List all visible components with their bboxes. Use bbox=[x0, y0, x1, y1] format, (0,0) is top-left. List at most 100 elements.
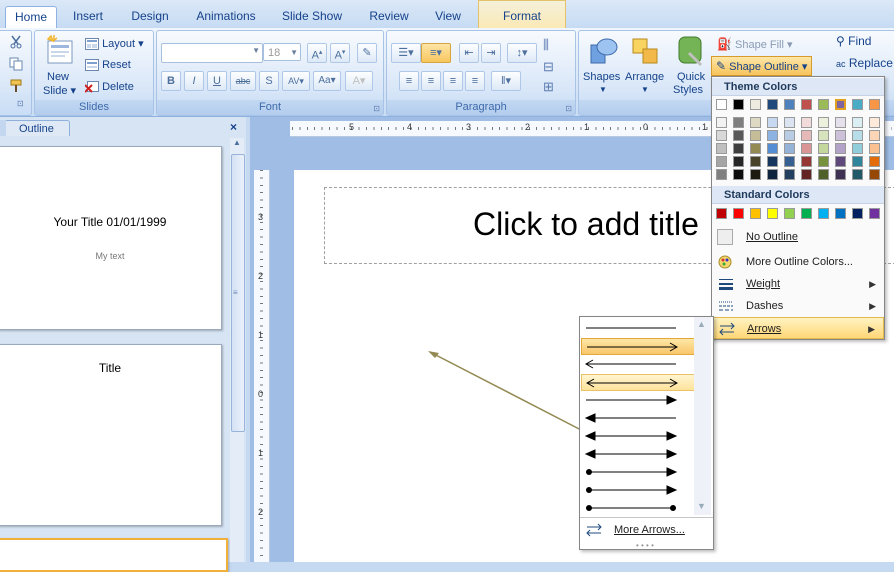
replace-button[interactable]: ac Replace bbox=[836, 56, 893, 70]
new-slide-button[interactable]: Slide ▾ bbox=[43, 84, 76, 97]
layout-button[interactable]: Layout ▾ bbox=[85, 37, 144, 51]
arrow-style-option[interactable] bbox=[581, 392, 695, 409]
arrow-style-option[interactable] bbox=[581, 410, 695, 427]
theme-shade-swatch[interactable] bbox=[869, 143, 880, 154]
text-direction-icon[interactable]: ⫼ bbox=[543, 37, 549, 53]
theme-shade-swatch[interactable] bbox=[852, 156, 863, 167]
arrow-style-option[interactable] bbox=[581, 482, 695, 499]
standard-color-swatch[interactable] bbox=[733, 208, 744, 219]
tab-review[interactable]: Review bbox=[360, 6, 418, 28]
quick-styles-icon[interactable] bbox=[675, 35, 707, 67]
shrink-font-icon[interactable]: A▾ bbox=[330, 43, 350, 63]
theme-shade-swatch[interactable] bbox=[733, 143, 744, 154]
arrow-style-option[interactable] bbox=[581, 320, 695, 337]
theme-shade-swatch[interactable] bbox=[835, 143, 846, 154]
close-pane-icon[interactable]: × bbox=[230, 120, 237, 134]
theme-color-swatch[interactable] bbox=[750, 99, 761, 110]
quick-styles-label-2[interactable]: Styles bbox=[673, 84, 703, 96]
copy-icon[interactable] bbox=[9, 57, 23, 71]
font-size-dropdown-icon[interactable]: ▼ bbox=[290, 44, 298, 62]
slides-pane-scrollbar[interactable]: ▲ ≡ bbox=[230, 138, 245, 562]
line-spacing-icon[interactable]: ↕▾ bbox=[507, 43, 537, 63]
columns-icon[interactable]: ‖▾ bbox=[491, 71, 521, 91]
clear-formatting-icon[interactable]: ✎ bbox=[357, 43, 377, 63]
standard-color-swatch[interactable] bbox=[852, 208, 863, 219]
align-left-icon[interactable]: ≡ bbox=[399, 71, 419, 91]
theme-shade-swatch[interactable] bbox=[801, 117, 812, 128]
theme-shade-swatch[interactable] bbox=[784, 156, 795, 167]
arrow-style-option[interactable] bbox=[581, 500, 695, 517]
scroll-up-icon[interactable]: ▲ bbox=[231, 138, 243, 152]
font-size-box[interactable]: 18 ▼ bbox=[263, 43, 301, 61]
standard-color-swatch[interactable] bbox=[767, 208, 778, 219]
arrow-style-option[interactable] bbox=[581, 338, 695, 355]
theme-shade-swatch[interactable] bbox=[767, 169, 778, 180]
scroll-up-icon[interactable]: ▲ bbox=[697, 319, 706, 329]
theme-shade-swatch[interactable] bbox=[852, 130, 863, 141]
arrange-icon[interactable] bbox=[629, 35, 661, 67]
theme-shade-swatch[interactable] bbox=[852, 143, 863, 154]
shapes-dropdown-icon[interactable]: ▼ bbox=[599, 85, 607, 94]
theme-color-swatch[interactable] bbox=[852, 99, 863, 110]
theme-shade-swatch[interactable] bbox=[818, 143, 829, 154]
change-case-icon[interactable]: Aa▾ bbox=[313, 71, 341, 91]
standard-color-swatch[interactable] bbox=[716, 208, 727, 219]
theme-shade-swatch[interactable] bbox=[852, 117, 863, 128]
theme-shade-swatch[interactable] bbox=[733, 169, 744, 180]
tab-animations[interactable]: Animations bbox=[187, 6, 265, 28]
tab-view[interactable]: View bbox=[426, 6, 470, 28]
theme-color-swatch[interactable] bbox=[733, 99, 744, 110]
standard-color-swatch[interactable] bbox=[835, 208, 846, 219]
no-outline-item[interactable]: No Outline bbox=[712, 226, 884, 248]
shapes-icon[interactable] bbox=[587, 35, 619, 67]
theme-shade-swatch[interactable] bbox=[767, 143, 778, 154]
standard-color-swatch[interactable] bbox=[801, 208, 812, 219]
cut-icon[interactable] bbox=[9, 35, 23, 49]
new-slide-label-1[interactable]: New bbox=[47, 71, 69, 83]
dashes-item[interactable]: Dashes ▶ bbox=[712, 295, 884, 317]
reset-button[interactable]: Reset bbox=[85, 59, 131, 72]
theme-shade-swatch[interactable] bbox=[784, 169, 795, 180]
more-outline-colors-item[interactable]: More Outline Colors... bbox=[712, 251, 884, 273]
shapes-button[interactable]: Shapes bbox=[583, 71, 620, 83]
align-center-icon[interactable]: ≡ bbox=[421, 71, 441, 91]
theme-shade-swatch[interactable] bbox=[716, 169, 727, 180]
numbering-icon[interactable]: ≡▾ bbox=[421, 43, 451, 63]
theme-shade-swatch[interactable] bbox=[801, 156, 812, 167]
scroll-down-icon[interactable]: ▼ bbox=[697, 501, 706, 511]
theme-shade-swatch[interactable] bbox=[869, 169, 880, 180]
theme-shade-swatch[interactable] bbox=[835, 156, 846, 167]
bold-icon[interactable]: B bbox=[161, 71, 181, 91]
theme-shade-swatch[interactable] bbox=[818, 156, 829, 167]
theme-shade-swatch[interactable] bbox=[716, 130, 727, 141]
character-spacing-icon[interactable]: AV▾ bbox=[282, 71, 310, 91]
font-launcher-icon[interactable]: ⊡ bbox=[373, 104, 380, 113]
shape-outline-button[interactable]: ✎ Shape Outline ▾ bbox=[711, 56, 813, 76]
tab-home[interactable]: Home bbox=[5, 6, 57, 29]
strikethrough-icon[interactable]: abc bbox=[230, 71, 256, 91]
smartart-icon[interactable]: ⊞ bbox=[543, 79, 554, 95]
theme-shade-swatch[interactable] bbox=[733, 117, 744, 128]
theme-shade-swatch[interactable] bbox=[767, 117, 778, 128]
standard-color-swatch[interactable] bbox=[750, 208, 761, 219]
tab-format[interactable]: Format bbox=[478, 0, 566, 29]
resize-grip-icon[interactable]: • • • • bbox=[636, 541, 654, 550]
theme-shade-swatch[interactable] bbox=[869, 156, 880, 167]
more-arrows-item[interactable]: More Arrows... bbox=[582, 519, 710, 541]
arrow-style-option[interactable] bbox=[581, 356, 695, 373]
theme-shade-swatch[interactable] bbox=[767, 130, 778, 141]
theme-shade-swatch[interactable] bbox=[750, 169, 761, 180]
standard-color-swatch[interactable] bbox=[869, 208, 880, 219]
theme-shade-swatch[interactable] bbox=[750, 117, 761, 128]
theme-color-swatch[interactable] bbox=[835, 99, 846, 110]
theme-shade-swatch[interactable] bbox=[733, 156, 744, 167]
font-name-dropdown-icon[interactable]: ▼ bbox=[252, 46, 260, 55]
theme-shade-swatch[interactable] bbox=[818, 169, 829, 180]
quick-styles-label-1[interactable]: Quick bbox=[677, 71, 705, 83]
theme-color-swatch[interactable] bbox=[784, 99, 795, 110]
theme-color-swatch[interactable] bbox=[801, 99, 812, 110]
new-slide-icon[interactable] bbox=[45, 35, 75, 67]
slide-thumbnail-3[interactable] bbox=[0, 538, 228, 572]
arrange-dropdown-icon[interactable]: ▼ bbox=[641, 85, 649, 94]
arrows-item[interactable]: Arrows ▶ bbox=[712, 317, 884, 339]
